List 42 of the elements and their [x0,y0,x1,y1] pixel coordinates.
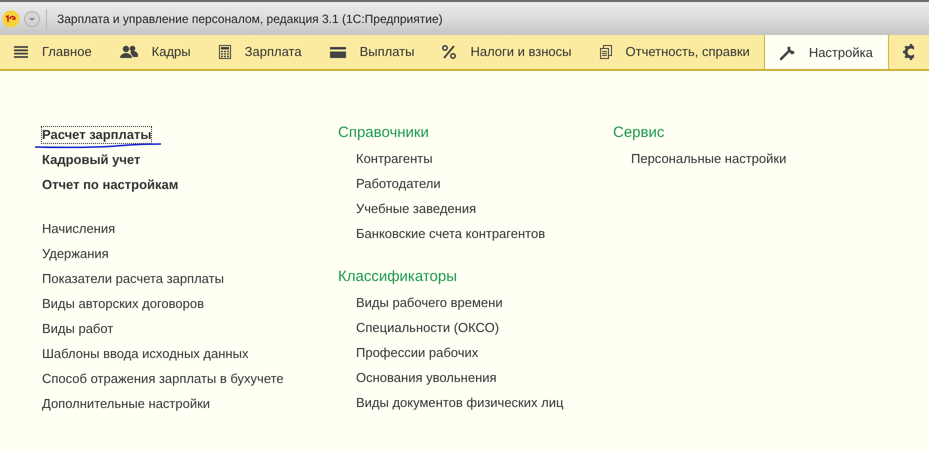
settings-link[interactable]: Кадровый учет [42,152,140,168]
settings-link[interactable]: Шаблоны ввода исходных данных [42,346,248,362]
section-tab[interactable]: Главное [0,35,106,69]
settings-link[interactable]: Отчет по настройкам [42,177,178,193]
section-tab[interactable]: Выплаты [316,35,428,69]
settings-link[interactable]: Работодатели [356,176,441,191]
section-tab[interactable]: Настройка [764,35,889,69]
menu-icon [14,46,28,58]
calculator-icon [218,45,231,59]
group-heading: Справочники [338,124,429,142]
dropdown-icon[interactable] [24,10,40,26]
settings-link[interactable]: Виды работ [42,321,114,337]
settings-link[interactable]: Специальности (ОКСО) [356,320,500,335]
settings-link[interactable]: Виды авторских договоров [42,296,204,312]
group-heading: Сервис [613,124,664,142]
settings-link[interactable]: Удержания [42,246,109,262]
documents-icon [600,45,612,59]
section-tab[interactable]: Налоги и взносы [428,35,586,69]
settings-link[interactable]: Показатели расчета зарплаты [42,271,224,287]
settings-link[interactable]: Персональные настройки [631,151,786,166]
group-heading: Классификаторы [338,268,458,286]
settings-link[interactable]: Виды документов физических лиц [356,395,564,410]
settings-link[interactable]: Банковские счета контрагентов [356,226,546,241]
settings-link[interactable]: Контрагенты [356,151,433,166]
settings-link[interactable]: Профессии рабочих [356,345,478,360]
wrench-icon [780,46,795,60]
section-tab[interactable]: Отчетность, справки [586,35,764,69]
settings-link[interactable]: Начисления [42,221,116,237]
settings-link[interactable]: Учебные заведения [356,201,476,216]
settings-link[interactable]: Расчет зарплаты [42,127,152,143]
section-tab[interactable]: Кадры [106,35,205,69]
settings-icon [902,44,914,60]
card-icon [330,46,346,58]
settings-link[interactable]: Дополнительные настройки [42,396,210,412]
settings-link[interactable]: Способ отражения зарплаты в бухучете [42,371,284,387]
settings-link[interactable]: Виды рабочего времени [356,295,503,310]
logo-icon[interactable] [2,10,20,28]
percent-icon [442,45,456,59]
window-title: Зарплата и управление персоналом, редакция 3.1 (1С:Предприятие) [57,10,443,28]
people-icon [120,45,138,59]
section-tab[interactable]: Зарплата [204,35,316,69]
settings-link[interactable]: Основания увольнения [356,370,497,385]
